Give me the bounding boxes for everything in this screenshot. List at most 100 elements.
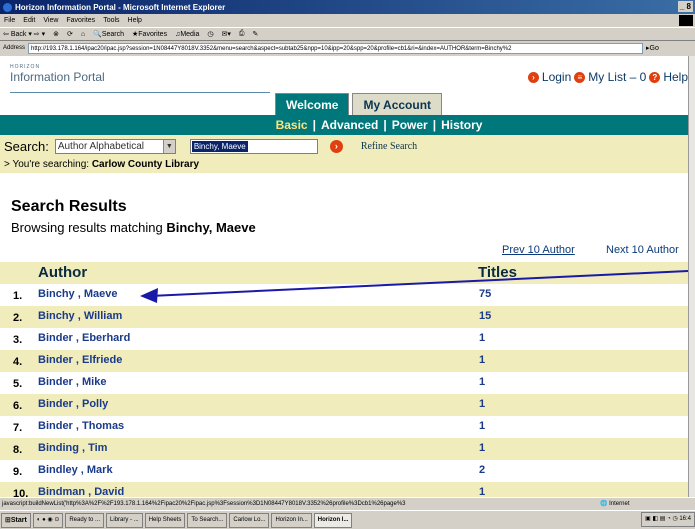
logo-big-text: Information Portal [10, 70, 105, 84]
task-to-search[interactable]: To Search... [187, 512, 228, 528]
window-controls[interactable]: _ 8 [677, 1, 693, 12]
menu-file[interactable]: File [4, 17, 15, 24]
history-icon[interactable]: ◷ [207, 30, 213, 38]
mylist-link[interactable]: My List – 0 [588, 70, 646, 84]
search-scope: > You're searching: Carlow County Librar… [0, 157, 688, 173]
login-icon: › [527, 71, 539, 83]
author-link[interactable]: Binchy , Maeve [38, 288, 117, 300]
next-page-link[interactable]: Next 10 Author [606, 244, 679, 256]
titles-count-link[interactable]: 1 [479, 398, 485, 410]
titles-count-link[interactable]: 1 [479, 420, 485, 432]
titles-count-link[interactable]: 2 [479, 464, 485, 476]
titles-count-link[interactable]: 15 [479, 310, 491, 322]
titles-count-link[interactable]: 1 [479, 354, 485, 366]
address-label: Address [3, 45, 26, 51]
media-button[interactable]: ♫Media [175, 31, 199, 38]
row-number: 2. [13, 312, 23, 324]
author-link[interactable]: Binder , Mike [38, 376, 106, 388]
row-number: 8. [13, 444, 23, 456]
titles-count-link[interactable]: 1 [479, 376, 485, 388]
home-icon[interactable]: ⌂ [81, 31, 85, 38]
subnav-power[interactable]: Power [392, 118, 428, 132]
col-titles-header[interactable]: Titles [478, 264, 517, 281]
menu-view[interactable]: View [43, 17, 58, 24]
browsing-term: Binchy, Maeve [166, 220, 256, 235]
search-go-button[interactable]: › [329, 139, 343, 153]
subnav-basic[interactable]: Basic [276, 118, 308, 132]
author-link[interactable]: Binder , Elfriede [38, 354, 122, 366]
search-bar: Search: Author Alphabetical ▼ Binchy, Ma… [0, 135, 688, 157]
address-input[interactable]: http://193.178.1.164/ipac20/ipac.jsp?ses… [28, 42, 644, 54]
search-button[interactable]: 🔍Search [93, 30, 124, 38]
col-author-header[interactable]: Author [38, 264, 87, 281]
results-subtitle: Browsing results matching Binchy, Maeve [11, 220, 256, 235]
go-label: Go [649, 45, 659, 52]
task-ready[interactable]: Ready to ... [65, 512, 105, 528]
back-button[interactable]: ⇦ Back ▾ ⇨ ▾ [3, 30, 45, 38]
author-link[interactable]: Binchy , William [38, 310, 122, 322]
prev-page-link[interactable]: Prev 10 Author [502, 244, 575, 256]
author-link[interactable]: Binder , Eberhard [38, 332, 130, 344]
author-link[interactable]: Binding , Tim [38, 442, 107, 454]
favorites-button[interactable]: ★Favorites [132, 30, 167, 38]
scope-prefix: > You're searching: [4, 159, 92, 170]
portal-tabs: Welcome My Account [275, 93, 443, 115]
table-row: 4. Binder , Elfriede 1 [0, 350, 688, 372]
search-type-select[interactable]: Author Alphabetical ▼ [54, 138, 176, 154]
quick-launch[interactable]: ◐ ● ◉ ⊙ [32, 512, 64, 528]
window-titlebar: Horizon Information Portal - Microsoft I… [0, 0, 695, 14]
browsing-prefix: Browsing results matching [11, 220, 167, 235]
menu-help[interactable]: Help [128, 17, 142, 24]
author-link[interactable]: Binder , Thomas [38, 420, 124, 432]
subnav-history[interactable]: History [441, 118, 482, 132]
tab-welcome[interactable]: Welcome [275, 93, 350, 115]
table-row: 9. Bindley , Mark 2 [0, 460, 688, 482]
table-row: 6. Binder , Polly 1 [0, 394, 688, 416]
titles-count-link[interactable]: 1 [479, 442, 485, 454]
row-number: 5. [13, 378, 23, 390]
task-horizon-2[interactable]: Horizon I... [313, 512, 353, 528]
refresh-icon[interactable]: ⟳ [67, 30, 73, 38]
author-link[interactable]: Bindley , Mark [38, 464, 113, 476]
task-help-sheets[interactable]: Help Sheets [144, 512, 186, 528]
results-title: Search Results [11, 198, 127, 215]
search-term-value: Binchy, Maeve [191, 140, 248, 152]
help-link[interactable]: Help [663, 70, 688, 84]
row-number: 1. [13, 290, 23, 302]
go-button[interactable]: ▸Go [646, 44, 659, 52]
author-link[interactable]: Bindman , David [38, 486, 124, 497]
menu-favorites[interactable]: Favorites [66, 17, 95, 24]
tab-my-account[interactable]: My Account [352, 93, 443, 115]
menu-edit[interactable]: Edit [23, 17, 35, 24]
window-title: Horizon Information Portal - Microsoft I… [15, 2, 226, 12]
print-icon[interactable]: ⎙ [239, 30, 245, 38]
table-row: 8. Binding , Tim 1 [0, 438, 688, 460]
titles-count-link[interactable]: 1 [479, 486, 485, 497]
media-label: Media [180, 30, 200, 38]
mail-icon[interactable]: ✉▾ [222, 30, 231, 38]
table-row: 10. Bindman , David 1 [0, 482, 688, 497]
task-library[interactable]: Library - ... [106, 512, 143, 528]
search-label: Search [101, 31, 124, 38]
status-bar: javascript:buildNewList('http%3A%2F%2F19… [0, 497, 695, 510]
titles-count-link[interactable]: 75 [479, 288, 491, 300]
search-input[interactable]: Binchy, Maeve [189, 138, 318, 154]
stop-icon[interactable]: ⊗ [53, 30, 59, 38]
task-horizon-1[interactable]: Horizon In... [271, 512, 312, 528]
edit-icon[interactable]: ✎ [253, 30, 259, 38]
author-link[interactable]: Binder , Polly [38, 398, 108, 410]
vertical-scrollbar[interactable] [688, 56, 695, 497]
ie-icon [3, 2, 12, 12]
table-row: 3. Binder , Eberhard 1 [0, 328, 688, 350]
titles-count-link[interactable]: 1 [479, 332, 485, 344]
refine-search-link[interactable]: Refine Search [361, 141, 417, 152]
row-number: 4. [13, 356, 23, 368]
row-number: 6. [13, 400, 23, 412]
login-link[interactable]: Login [542, 70, 571, 84]
start-button[interactable]: ⊞Start [1, 512, 31, 528]
subnav-advanced[interactable]: Advanced [321, 118, 378, 132]
user-links: › Login ≡ My List – 0 ? Help [527, 70, 688, 84]
task-carlow[interactable]: Carlow Lo... [229, 512, 270, 528]
menu-tools[interactable]: Tools [103, 17, 119, 24]
row-number: 3. [13, 334, 23, 346]
